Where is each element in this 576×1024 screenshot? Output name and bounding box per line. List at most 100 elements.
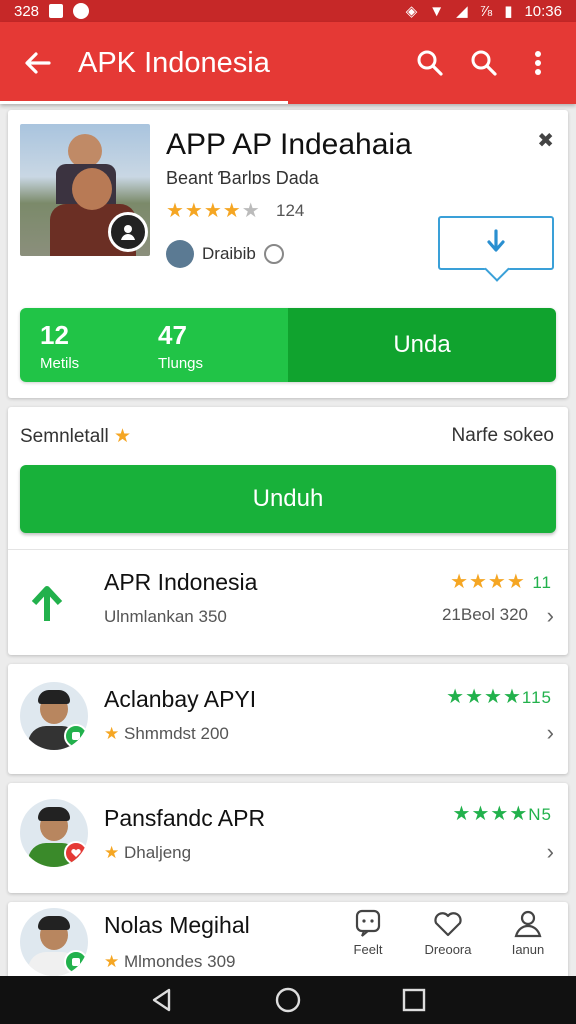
wifi-icon: ▼	[429, 2, 445, 20]
nav-feed[interactable]: Feelt	[332, 902, 404, 982]
star-icon: ★	[114, 426, 132, 447]
download-left-label: Semnletall	[20, 426, 109, 447]
app-developer[interactable]: Beant Ɓarlɒs Dada	[166, 168, 319, 189]
recents-square-icon[interactable]	[401, 987, 427, 1013]
signal-text: ⅞	[479, 2, 493, 20]
item-title: Aclanbay APYI	[104, 686, 257, 712]
app-name: APP AP Indeahaia	[166, 128, 412, 161]
stat-2-label: Tlungs	[158, 355, 204, 372]
download-card-header: Semnletall ★ Narfe sokeo	[20, 425, 554, 448]
item-count: 21Beol 320	[441, 605, 528, 624]
list-card[interactable]: Aclanbay APYI ★ Shmmdst 200 ★★★★115 ›	[8, 664, 568, 774]
search-icon[interactable]	[406, 39, 454, 87]
primary-action-button[interactable]: Unda	[288, 308, 556, 382]
item-subtitle: Mlmondes 309	[123, 952, 236, 971]
tab-indicator	[0, 101, 288, 104]
list-item[interactable]: APR Indonesia Ulnmlankan 350 ★★★★ 11 21B…	[8, 549, 568, 655]
item-subtitle-row: ★ Shmmdst 200	[104, 724, 229, 744]
download-card: Semnletall ★ Narfe sokeo Unduh APR Indon…	[8, 407, 568, 655]
star-rating: ★★★★★	[166, 200, 261, 222]
item-rating: ★★★★115	[446, 686, 552, 708]
chevron-right-icon: ›	[546, 603, 554, 628]
item-rating: ★★★★N5	[452, 803, 552, 825]
app-notification-icon	[73, 3, 90, 19]
item-rating-num: N5	[528, 805, 552, 824]
item-subtitle-row: ★ Mlmondes 309	[104, 952, 236, 972]
item-subtitle: Dhaljeng	[123, 843, 192, 862]
verified-icon	[263, 244, 284, 264]
close-icon[interactable]: ✖	[537, 128, 554, 153]
author-avatar	[166, 240, 194, 268]
nav-account[interactable]: Ianun	[492, 902, 564, 982]
system-nav-bar	[0, 976, 576, 1024]
thumb-person-head	[68, 134, 102, 168]
status-left-text: 328	[14, 2, 40, 20]
item-title: Nolas Megihal	[104, 912, 250, 938]
battery-icon: ▮	[504, 3, 513, 20]
heart-icon	[434, 912, 462, 937]
stat-1-value: 12	[40, 320, 69, 350]
app-header-card: APP AP Indeahaia Beant Ɓarlɒs Dada ★★★★★…	[8, 110, 568, 398]
back-arrow-icon[interactable]	[14, 39, 62, 87]
stat-1: 12 Metils	[20, 308, 138, 382]
nav-favorites-label: Dreoora	[424, 942, 472, 957]
stat-2: 47 Tlungs	[138, 308, 256, 382]
download-arrow-icon	[487, 229, 505, 252]
item-title: Pansfandc APR	[104, 805, 266, 831]
heart-badge-icon	[64, 841, 88, 865]
stats-bar: 12 Metils 47 Tlungs Unda	[20, 308, 556, 382]
author-row[interactable]: Draibib	[166, 240, 284, 268]
search-icon-secondary[interactable]	[460, 39, 508, 87]
star-icon: ★	[104, 843, 120, 862]
list-item[interactable]: Nolas Megihal ★ Mlmondes 309	[8, 902, 328, 982]
signal-icon: ◢	[456, 3, 468, 20]
item-rating-num: 11	[532, 573, 552, 592]
location-icon: ◈	[405, 3, 418, 20]
item-rating-num: 115	[521, 688, 552, 707]
app-thumbnail[interactable]	[20, 124, 150, 256]
avatar	[20, 682, 88, 750]
avatar-hair	[38, 916, 70, 930]
item-subtitle: Shmmdst 200	[123, 724, 229, 743]
avatar-hair	[38, 807, 70, 821]
avatar	[20, 799, 88, 867]
nav-favorites[interactable]: Dreoora	[412, 902, 484, 982]
profile-badge-icon	[108, 212, 148, 252]
download-icon-button[interactable]	[438, 216, 554, 270]
download-right-label[interactable]: Narfe sokeo	[452, 425, 554, 448]
person-icon	[514, 910, 542, 938]
author-name: Draibib	[202, 244, 256, 263]
item-subtitle-row: ★ Dhaljeng	[104, 843, 191, 863]
home-circle-icon[interactable]	[274, 986, 302, 1014]
clock: 10:36	[524, 2, 562, 20]
nav-account-label: Ianun	[511, 942, 545, 957]
chevron-right-icon: ›	[546, 720, 554, 745]
stats-group: 12 Metils 47 Tlungs	[20, 308, 288, 382]
avatar	[20, 908, 88, 976]
whatsapp-badge-icon	[64, 950, 88, 974]
chevron-right-icon: ›	[546, 839, 554, 864]
unduh-button[interactable]: Unduh	[20, 465, 556, 533]
page-title: APK Indonesia	[78, 46, 270, 79]
item-rating: ★★★★ 11	[450, 571, 552, 593]
item-subtitle: Ulnmlankan 350	[104, 607, 227, 626]
upload-arrow-icon	[30, 583, 64, 628]
app-bar: APK Indonesia	[0, 22, 576, 104]
whatsapp-badge-icon	[64, 724, 88, 748]
list-card[interactable]: Pansfandc APR ★ Dhaljeng ★★★★N5 ›	[8, 783, 568, 893]
list-card[interactable]: Nolas Megihal ★ Mlmondes 309 Feelt Dreoo…	[8, 902, 568, 982]
thumb-person2-head	[72, 168, 112, 210]
rating-count: 124	[276, 201, 305, 220]
status-bar: 328 ◈ ▼ ◢ ⅞ ▮ 10:36	[0, 0, 576, 22]
list-item[interactable]: Aclanbay APYI ★ Shmmdst 200 ★★★★115 ›	[8, 664, 568, 774]
list-item[interactable]: Pansfandc APR ★ Dhaljeng ★★★★N5 ›	[8, 783, 568, 893]
download-left-row: Semnletall ★	[20, 425, 131, 448]
avatar-hair	[38, 690, 70, 704]
star-icon: ★	[104, 952, 120, 971]
stat-2-value: 47	[158, 320, 187, 350]
nav-feed-label: Feelt	[353, 942, 383, 957]
bottom-nav: Feelt Dreoora Ianun	[328, 902, 568, 982]
back-triangle-icon[interactable]	[149, 987, 175, 1013]
stat-1-label: Metils	[40, 355, 80, 372]
more-vert-icon[interactable]	[514, 39, 562, 87]
